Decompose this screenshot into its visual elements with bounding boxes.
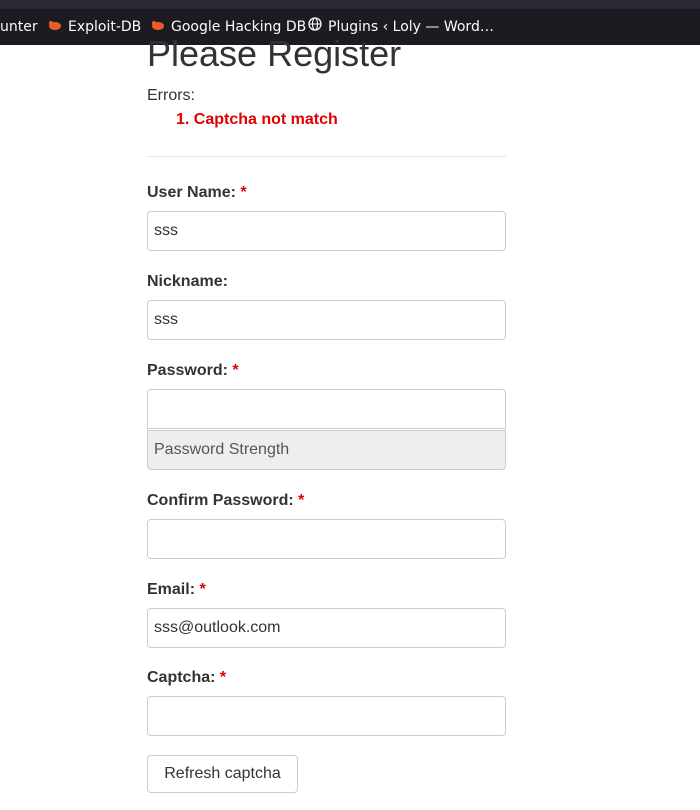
errors-label: Errors: <box>147 87 195 104</box>
email-label-text: Email: <box>147 581 196 598</box>
exploit-db-bug-icon <box>48 8 68 46</box>
error-item: 1. Captcha not match <box>176 111 338 128</box>
bookmark-item-hunter[interactable]: unter <box>0 9 38 45</box>
required-marker: * <box>219 669 227 686</box>
username-label-text: User Name: <box>147 184 236 201</box>
nickname-label: Nickname: <box>147 273 228 291</box>
captcha-label: Captcha: * <box>147 669 226 687</box>
email-label: Email: * <box>147 581 206 599</box>
bookmark-item-exploit-db[interactable]: Exploit-DB <box>48 9 141 45</box>
divider <box>147 156 506 157</box>
password-label-text: Password: <box>147 362 228 379</box>
required-marker: * <box>199 581 206 598</box>
page-title: Please Register <box>147 33 402 74</box>
password-label: Password: * <box>147 362 239 380</box>
username-input[interactable] <box>147 211 506 251</box>
errors-list: 1. Captcha not match <box>176 111 338 129</box>
confirm-password-label-text: Confirm Password: <box>147 492 294 509</box>
required-marker: * <box>240 184 247 201</box>
required-marker: * <box>298 492 305 509</box>
bookmark-label: Exploit-DB <box>68 19 142 35</box>
required-marker: * <box>232 362 239 379</box>
nickname-input[interactable] <box>147 300 506 340</box>
username-label: User Name: * <box>147 184 247 202</box>
captcha-input[interactable] <box>147 696 506 736</box>
email-input[interactable] <box>147 608 506 648</box>
confirm-password-input[interactable] <box>147 519 506 559</box>
password-strength-indicator: Password Strength <box>147 430 506 470</box>
bookmark-label: unter <box>0 19 38 35</box>
refresh-captcha-button[interactable]: Refresh captcha <box>147 755 298 793</box>
password-input[interactable] <box>147 389 506 429</box>
nickname-label-text: Nickname: <box>147 273 228 290</box>
confirm-password-label: Confirm Password: * <box>147 492 304 510</box>
captcha-label-text: Captcha: <box>147 669 216 686</box>
